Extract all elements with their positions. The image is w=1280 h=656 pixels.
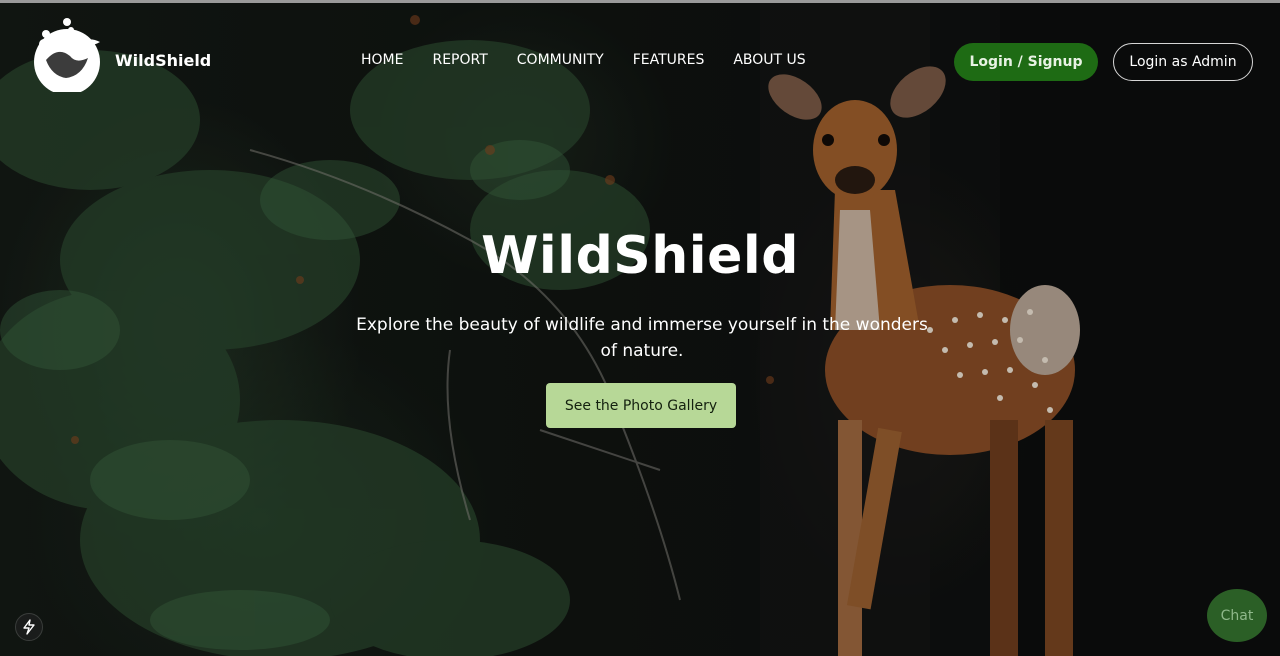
nav-link-features[interactable]: FEATURES [633,52,705,68]
login-admin-button[interactable]: Login as Admin [1113,43,1253,81]
brand-name[interactable]: WildShield [115,51,211,70]
login-signup-button[interactable]: Login / Signup [954,43,1098,81]
nav-link-community[interactable]: COMMUNITY [517,52,604,68]
hero-title: WildShield [481,226,799,286]
nav-link-home[interactable]: HOME [361,52,403,68]
nav-link-report[interactable]: REPORT [432,52,487,68]
photo-gallery-button[interactable]: See the Photo Gallery [546,383,736,428]
wildlife-globe-logo-icon[interactable] [30,16,104,95]
lightning-bolt-icon[interactable] [15,613,43,641]
navbar: WildShield HOME REPORT COMMUNITY FEATURE… [0,0,1280,120]
hero-subtitle: Explore the beauty of wildlife and immer… [356,315,928,361]
main-nav: HOME REPORT COMMUNITY FEATURES ABOUT US [361,52,835,68]
nav-link-about-us[interactable]: ABOUT US [733,52,805,68]
chat-button[interactable]: Chat [1207,589,1267,642]
